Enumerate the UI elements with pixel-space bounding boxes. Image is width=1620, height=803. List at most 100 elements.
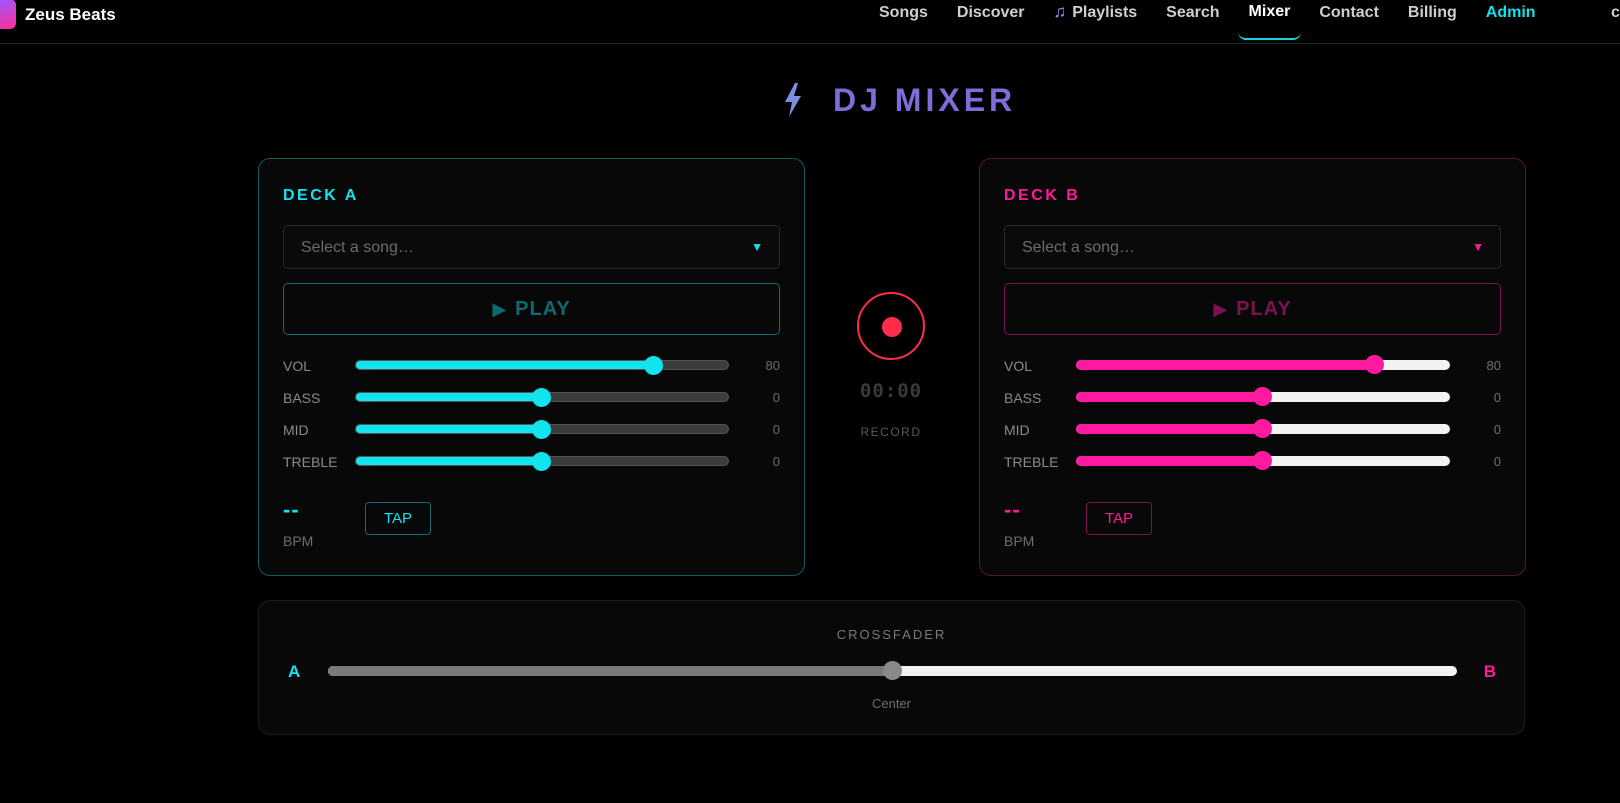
record-icon <box>882 317 902 337</box>
music-note-icon: ♫ <box>1053 2 1067 21</box>
deck-b-mid-slider-row: MID 0 <box>1004 419 1501 439</box>
deck-b-play-button[interactable]: ▶ PLAY <box>1004 283 1501 335</box>
deck-b-mid-label: MID <box>1004 422 1030 438</box>
crossfader-left-label: A <box>288 662 301 681</box>
deck-a-bpm-value: -- <box>283 497 300 522</box>
deck-b-panel: DECK B Select a song… ▼ ▶ PLAY VOL 80 BA… <box>979 158 1526 576</box>
deck-a-bass-slider[interactable] <box>355 388 729 407</box>
deck-a-panel: DECK A Select a song… ▼ ▶ PLAY VOL 80 BA… <box>258 158 805 576</box>
deck-b-mid-thumb[interactable] <box>1253 419 1272 438</box>
deck-b-mid-value: 0 <box>1493 422 1501 437</box>
deck-a-vol-slider[interactable] <box>355 356 729 375</box>
deck-b-vol-thumb[interactable] <box>1365 355 1385 374</box>
nav-link-admin[interactable]: Admin <box>1486 0 1536 40</box>
deck-a-treble-label: TREBLE <box>283 454 338 470</box>
deck-a-mid-value: 0 <box>772 422 780 437</box>
deck-b-tap-button[interactable]: TAP <box>1086 502 1152 535</box>
deck-b-mid-fill <box>1076 424 1263 434</box>
nav-link-mixer[interactable]: Mixer <box>1237 0 1302 40</box>
deck-b-bpm-value: -- <box>1004 497 1021 522</box>
crossfader-fill <box>328 666 893 676</box>
brand-logo-icon <box>0 0 16 29</box>
deck-b-bass-slider-row: BASS 0 <box>1004 387 1501 407</box>
deck-b-song-select[interactable]: Select a song… ▼ <box>1004 225 1501 269</box>
deck-a-mid-thumb[interactable] <box>532 420 551 439</box>
page-title-text: DJ MIXER <box>833 81 1017 118</box>
deck-a-treble-fill <box>356 457 542 465</box>
record-button[interactable] <box>857 292 925 360</box>
deck-a-vol-slider-row: VOL 80 <box>283 355 780 375</box>
deck-a-treble-slider[interactable] <box>355 452 729 471</box>
crossfader-position-label: Center <box>871 696 912 711</box>
play-icon: ▶ <box>492 298 508 319</box>
nav-link-playlists-label: Playlists <box>1072 4 1138 21</box>
brand[interactable]: Zeus Beats <box>0 0 116 30</box>
deck-a-mid-fill <box>356 425 542 433</box>
deck-a-vol-fill <box>356 361 654 369</box>
deck-b-bpm-label: BPM <box>1004 533 1035 549</box>
deck-a-vol-value: 80 <box>765 358 780 373</box>
nav-link-clipped[interactable]: c <box>1611 4 1620 22</box>
play-icon: ▶ <box>1213 298 1229 319</box>
deck-b-treble-label: TREBLE <box>1004 454 1059 470</box>
deck-a-mid-slider-row: MID 0 <box>283 419 780 439</box>
deck-b-vol-slider[interactable] <box>1076 355 1450 374</box>
top-navbar: Zeus Beats Songs Discover ♫ Playlists Sea… <box>0 0 1620 44</box>
deck-b-bass-value: 0 <box>1493 390 1501 405</box>
deck-a-bass-slider-row: BASS 0 <box>283 387 780 407</box>
deck-a-song-select-placeholder: Select a song… <box>301 239 414 256</box>
nav-link-search[interactable]: Search <box>1166 0 1219 40</box>
deck-b-bass-thumb[interactable] <box>1253 387 1272 406</box>
deck-a-play-label: PLAY <box>515 297 571 320</box>
lightning-bolt-icon <box>785 83 801 117</box>
deck-b-bass-fill <box>1076 392 1263 402</box>
deck-a-song-select[interactable]: Select a song… ▼ <box>283 225 780 269</box>
deck-b-bass-slider[interactable] <box>1076 387 1450 406</box>
deck-a-mid-label: MID <box>283 422 309 438</box>
crossfader-panel: CROSSFADER A B Center <box>258 600 1525 735</box>
caret-down-icon: ▼ <box>751 240 763 254</box>
crossfader-right-label: B <box>1483 662 1496 681</box>
deck-a-treble-thumb[interactable] <box>532 452 551 471</box>
nav-link-billing[interactable]: Billing <box>1408 0 1457 40</box>
deck-a-play-button[interactable]: ▶ PLAY <box>283 283 780 335</box>
nav-links: Songs Discover ♫ Playlists Search Mixer C… <box>879 0 1565 40</box>
deck-a-bass-label: BASS <box>283 390 321 406</box>
deck-b-title: DECK B <box>1004 187 1081 204</box>
deck-b-mid-slider[interactable] <box>1076 419 1450 438</box>
deck-a-bass-value: 0 <box>772 390 780 405</box>
crossfader-title: CROSSFADER <box>836 627 947 642</box>
deck-a-mid-slider[interactable] <box>355 420 729 439</box>
deck-a-title: DECK A <box>283 187 359 204</box>
deck-a-bass-fill <box>356 393 542 401</box>
deck-b-treble-slider[interactable] <box>1076 451 1450 470</box>
deck-a-vol-label: VOL <box>283 358 312 374</box>
deck-b-treble-fill <box>1076 456 1263 466</box>
record-timer: 00:00 <box>859 380 923 402</box>
deck-a-bass-thumb[interactable] <box>532 388 551 407</box>
crossfader-slider[interactable] <box>328 661 1457 680</box>
deck-a-treble-value: 0 <box>772 454 780 469</box>
crossfader-thumb[interactable] <box>882 661 902 680</box>
nav-link-contact[interactable]: Contact <box>1319 0 1379 40</box>
brand-name: Zeus Beats <box>25 5 116 24</box>
caret-down-icon: ▼ <box>1472 240 1484 254</box>
deck-b-song-select-placeholder: Select a song… <box>1022 239 1135 256</box>
deck-a-bpm-label: BPM <box>283 533 314 549</box>
record-label: RECORD <box>860 425 922 439</box>
nav-link-discover[interactable]: Discover <box>957 0 1025 40</box>
deck-a-treble-slider-row: TREBLE 0 <box>283 451 780 471</box>
deck-b-vol-fill <box>1076 360 1376 370</box>
deck-a-vol-thumb[interactable] <box>643 356 663 375</box>
deck-b-treble-thumb[interactable] <box>1253 451 1272 470</box>
deck-b-play-label: PLAY <box>1236 297 1292 320</box>
nav-link-playlists[interactable]: ♫ Playlists <box>1053 0 1137 40</box>
deck-b-vol-slider-row: VOL 80 <box>1004 355 1501 375</box>
deck-b-bass-label: BASS <box>1004 390 1042 406</box>
deck-b-vol-value: 80 <box>1486 358 1501 373</box>
deck-b-treble-slider-row: TREBLE 0 <box>1004 451 1501 471</box>
nav-link-songs[interactable]: Songs <box>879 0 928 40</box>
deck-a-tap-button[interactable]: TAP <box>365 502 431 535</box>
deck-b-vol-label: VOL <box>1004 358 1033 374</box>
page-title: DJ MIXER <box>782 82 1016 118</box>
